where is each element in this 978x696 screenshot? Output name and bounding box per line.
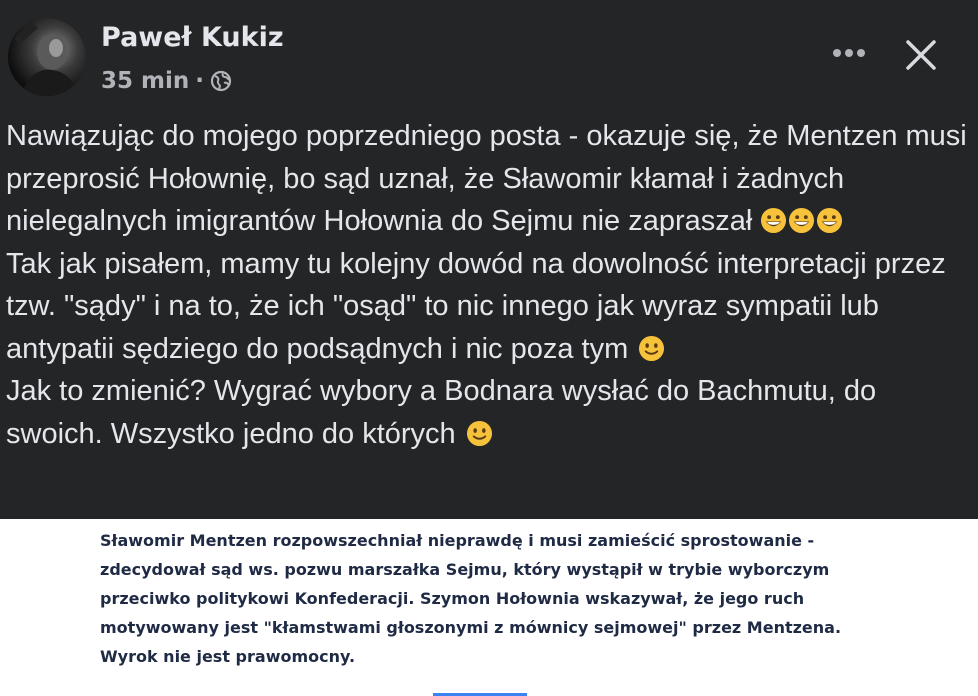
meta-separator: · bbox=[195, 68, 204, 94]
slightly-smiling-face-icon bbox=[466, 420, 492, 446]
post-paragraph: Jak to zmienić? Wygrać wybory a Bodnara … bbox=[6, 370, 972, 455]
close-button[interactable] bbox=[898, 32, 944, 78]
emoji-group bbox=[760, 205, 844, 237]
paragraph-text: Tak jak pisałem, mamy tu kolejny dowód n… bbox=[6, 247, 946, 365]
grinning-face-icon bbox=[789, 207, 815, 234]
slightly-smiling-face-icon bbox=[639, 335, 665, 361]
post-paragraph: Nawiązując do mojego poprzedniego posta … bbox=[6, 115, 972, 243]
avatar[interactable] bbox=[8, 18, 86, 96]
grinning-face-icon bbox=[817, 207, 843, 234]
article-excerpt: Sławomir Mentzen rozpowszechniał niepraw… bbox=[100, 531, 842, 666]
more-options-button[interactable] bbox=[826, 38, 872, 68]
post-header: Paweł Kukiz 35 min · bbox=[0, 0, 978, 110]
grinning-face-icon bbox=[761, 207, 787, 234]
close-icon bbox=[906, 40, 936, 70]
author-name[interactable]: Paweł Kukiz bbox=[101, 22, 284, 53]
post-message: Nawiązując do mojego poprzedniego posta … bbox=[6, 115, 972, 455]
paragraph-text: Jak to zmienić? Wygrać wybory a Bodnara … bbox=[6, 375, 877, 450]
globe-icon[interactable] bbox=[210, 70, 232, 92]
post-meta: 35 min · bbox=[101, 66, 232, 96]
more-horizontal-icon bbox=[833, 49, 865, 57]
facebook-post: Paweł Kukiz 35 min · Nawiązując do mojeg… bbox=[0, 0, 978, 696]
shared-article-image[interactable]: Sławomir Mentzen rozpowszechniał niepraw… bbox=[0, 519, 978, 696]
post-time[interactable]: 35 min bbox=[101, 68, 189, 94]
post-paragraph: Tak jak pisałem, mamy tu kolejny dowód n… bbox=[6, 243, 972, 371]
